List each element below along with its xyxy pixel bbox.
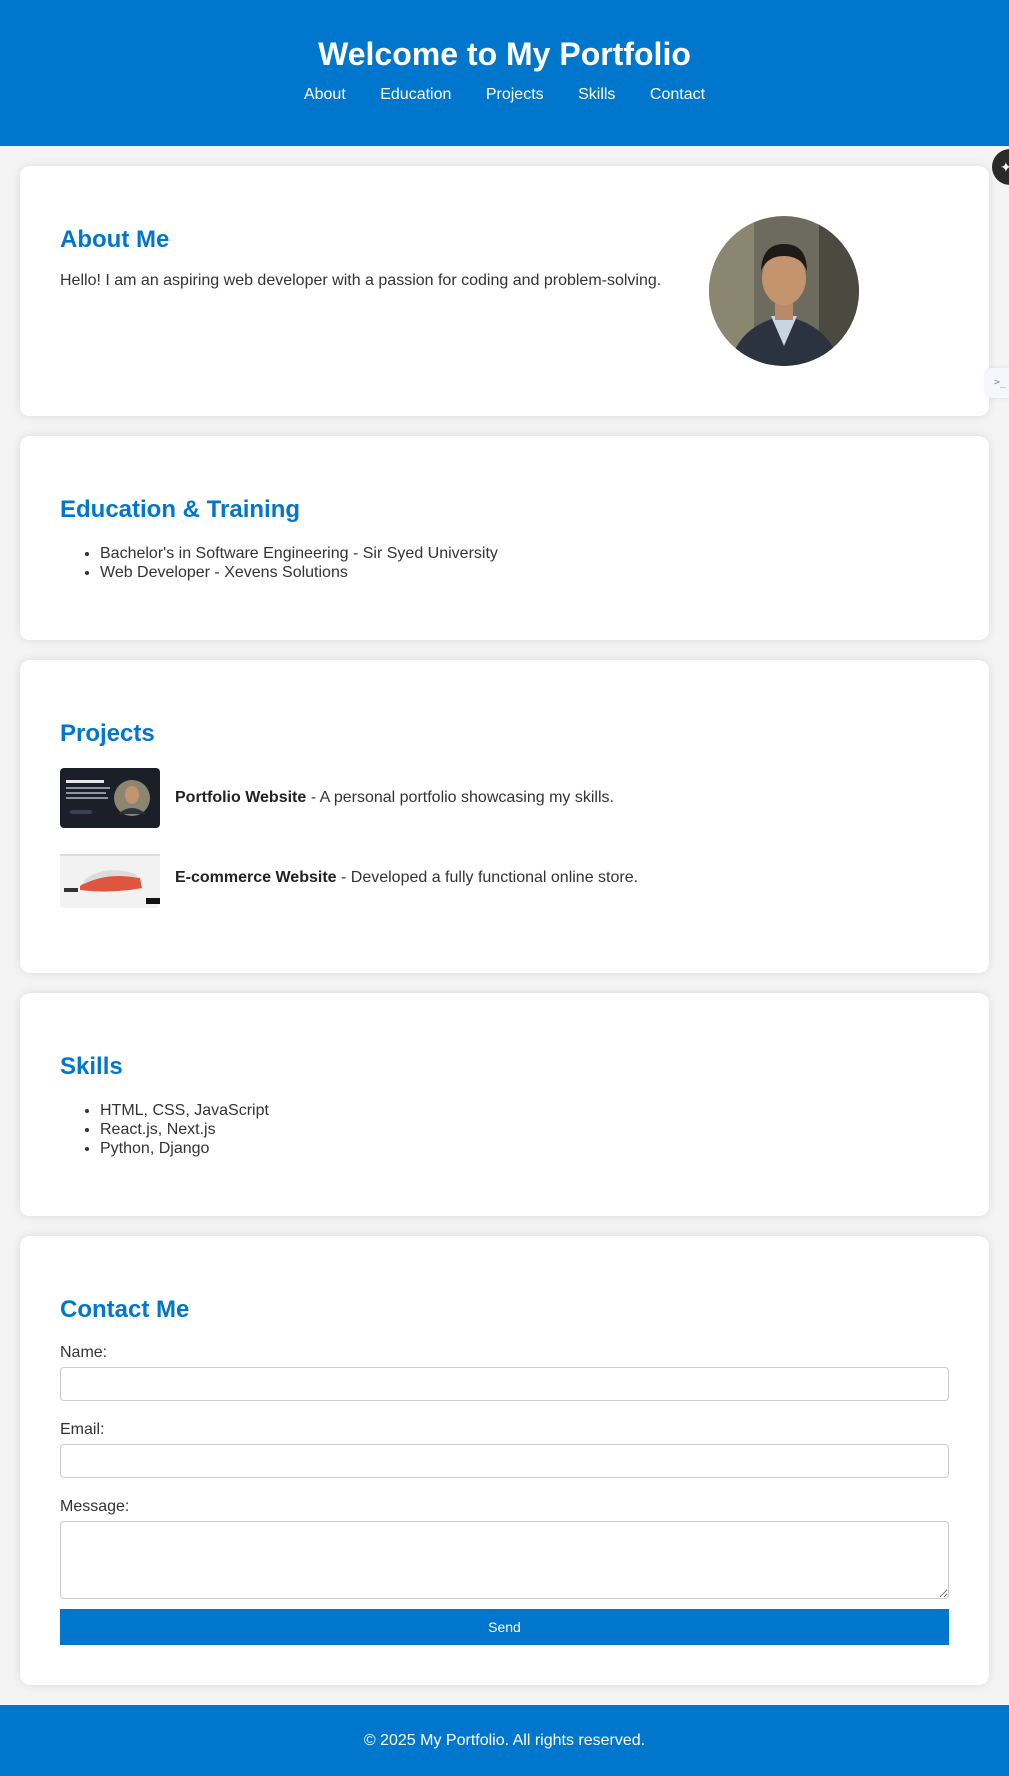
site-header: Welcome to My Portfolio About Education … xyxy=(0,0,1009,146)
list-item: Python, Django xyxy=(100,1139,949,1158)
extension-tab-icon[interactable]: >_ xyxy=(986,368,1009,398)
project-summary: - A personal portfolio showcasing my ski… xyxy=(306,789,614,806)
email-label: Email: xyxy=(60,1421,105,1438)
site-title: Welcome to My Portfolio xyxy=(318,36,691,72)
project-item: Portfolio Website - A personal portfolio… xyxy=(60,768,949,828)
projects-section: Projects Portfolio Website - A personal … xyxy=(20,660,989,973)
name-label: Name: xyxy=(60,1344,108,1361)
nav-skills[interactable]: Skills xyxy=(578,86,615,104)
project-name: E-commerce Website xyxy=(175,869,337,886)
list-item: Web Developer - Xevens Solutions xyxy=(100,563,949,582)
education-section: Education & Training Bachelor's in Softw… xyxy=(20,436,989,640)
copyright-text: © 2025 My Portfolio. All rights reserved… xyxy=(363,1732,646,1749)
skills-list: HTML, CSS, JavaScript React.js, Next.js … xyxy=(60,1101,949,1158)
education-heading: Education & Training xyxy=(60,496,301,523)
name-field[interactable] xyxy=(60,1367,949,1401)
site-footer: © 2025 My Portfolio. All rights reserved… xyxy=(0,1705,1009,1776)
profile-photo xyxy=(709,216,859,366)
project-description: E-commerce Website - Developed a fully f… xyxy=(175,869,638,887)
list-item: React.js, Next.js xyxy=(100,1120,949,1139)
nav-about[interactable]: About xyxy=(304,86,346,104)
nav-contact[interactable]: Contact xyxy=(650,86,705,104)
about-text: Hello! I am an aspiring web developer wi… xyxy=(60,272,662,289)
project-thumbnail xyxy=(60,768,160,828)
contact-heading: Contact Me xyxy=(60,1296,190,1323)
message-label: Message: xyxy=(60,1498,130,1515)
education-list: Bachelor's in Software Engineering - Sir… xyxy=(60,544,949,582)
projects-heading: Projects xyxy=(60,720,155,747)
project-item: E-commerce Website - Developed a fully f… xyxy=(60,848,949,908)
about-content: About Me Hello! I am an aspiring web dev… xyxy=(60,226,661,290)
skills-section: Skills HTML, CSS, JavaScript React.js, N… xyxy=(20,993,989,1216)
assistant-bubble-icon[interactable]: ✦ xyxy=(992,149,1009,185)
contact-section: Contact Me Name: Email: Message: Send xyxy=(20,1236,989,1685)
skills-heading: Skills xyxy=(60,1053,123,1080)
project-thumbnail xyxy=(60,848,160,908)
project-summary: - Developed a fully functional online st… xyxy=(336,869,639,886)
about-heading: About Me xyxy=(60,226,170,253)
contact-form: Name: Email: Message: Send xyxy=(60,1344,949,1645)
project-description: Portfolio Website - A personal portfolio… xyxy=(175,789,614,807)
message-field[interactable] xyxy=(60,1521,949,1599)
project-name: Portfolio Website xyxy=(175,789,307,806)
nav-projects[interactable]: Projects xyxy=(486,86,544,104)
send-button[interactable]: Send xyxy=(60,1609,949,1645)
email-field[interactable] xyxy=(60,1444,949,1478)
list-item: Bachelor's in Software Engineering - Sir… xyxy=(100,544,949,563)
nav-education[interactable]: Education xyxy=(380,86,451,104)
main-nav: About Education Projects Skills Contact xyxy=(0,86,1009,104)
list-item: HTML, CSS, JavaScript xyxy=(100,1101,949,1120)
